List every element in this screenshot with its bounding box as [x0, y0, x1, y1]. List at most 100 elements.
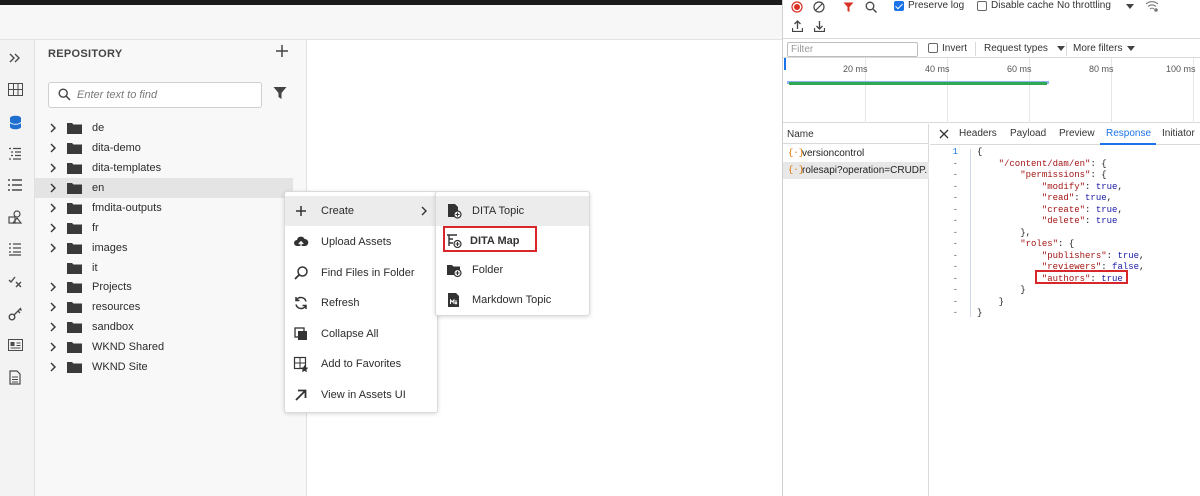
export-har-icon[interactable] [812, 19, 826, 33]
tree-item-wknd-site[interactable]: WKND Site [35, 357, 293, 377]
search-box[interactable] [48, 82, 262, 108]
tree-item-label: resources [92, 301, 141, 313]
menu-item-find-files[interactable]: Find Files in Folder [285, 258, 437, 288]
chevron-right-icon[interactable] [50, 362, 56, 372]
add-icon[interactable] [275, 44, 291, 60]
code-line: "read": true, [1041, 193, 1113, 203]
submenu-item-label: DITA Topic [472, 205, 525, 217]
tree-item-en[interactable]: en [35, 178, 293, 198]
tree-item-label: it [92, 262, 98, 274]
code-line: "create": true, [1041, 204, 1123, 215]
clear-icon[interactable] [812, 0, 826, 14]
tick-label: 20 ms [843, 64, 868, 74]
submenu-item-markdown-topic[interactable]: Markdown Topic [436, 285, 589, 315]
chevron-down-icon[interactable] [1123, 0, 1137, 14]
request-types-dropdown[interactable]: Request types [984, 43, 1048, 54]
folder-icon [67, 123, 82, 134]
document-icon[interactable] [5, 367, 25, 387]
tree-item-label: images [92, 242, 128, 254]
filter-funnel-icon[interactable] [841, 0, 855, 14]
tab-headers[interactable]: Headers [959, 128, 997, 139]
outline-icon[interactable] [5, 143, 25, 163]
tree-item-resources[interactable]: resources [35, 297, 293, 317]
code-line: "delete": true [1041, 216, 1118, 226]
tab-initiator[interactable]: Initiator [1162, 128, 1195, 139]
chevron-right-icon[interactable] [50, 143, 56, 153]
highlight-box [1035, 270, 1128, 284]
panel-title: REPOSITORY [48, 48, 123, 60]
menu-item-label: Add to Favorites [321, 358, 402, 370]
line-number: - [952, 262, 958, 272]
menu-item-refresh[interactable]: Refresh [285, 288, 437, 318]
invert-checkbox[interactable] [928, 43, 938, 53]
tree-item-wknd-shared[interactable]: WKND Shared [35, 337, 293, 357]
tab-payload[interactable]: Payload [1010, 128, 1046, 139]
close-icon[interactable] [937, 127, 951, 141]
chevron-right-icon[interactable] [50, 282, 56, 292]
expand-icon[interactable] [5, 48, 25, 68]
tree-item-sandbox[interactable]: sandbox [35, 317, 293, 337]
throttling-select[interactable]: No throttling [1057, 0, 1111, 11]
tree-item-fmdita-outputs[interactable]: fmdita-outputs [35, 198, 293, 218]
detail-tabs: Headers Payload Preview Response Initiat… [930, 124, 1200, 145]
filter-icon[interactable] [273, 86, 289, 102]
submenu-item-dita-topic[interactable]: DITA Topic [436, 196, 589, 226]
chevron-right-icon[interactable] [50, 302, 56, 312]
chevron-right-icon[interactable] [50, 243, 56, 253]
key-icon[interactable] [5, 303, 25, 323]
tree-item-it[interactable]: it [35, 258, 293, 278]
line-number: - [952, 273, 958, 284]
menu-item-add-favorites[interactable]: Add to Favorites [285, 349, 437, 379]
chevron-right-icon[interactable] [50, 163, 56, 173]
search-icon [58, 88, 71, 101]
id-card-icon[interactable] [5, 335, 25, 355]
tree-item-dita-templates[interactable]: dita-templates [35, 158, 293, 178]
more-filters-dropdown[interactable]: More filters [1073, 43, 1122, 54]
wifi-settings-icon[interactable] [1145, 0, 1159, 13]
import-har-icon[interactable] [790, 19, 804, 33]
record-icon[interactable] [790, 0, 804, 14]
chevron-right-icon[interactable] [50, 223, 56, 233]
chevron-right-icon[interactable] [50, 342, 56, 352]
disable-cache-checkbox[interactable] [977, 1, 987, 11]
chevron-right-icon[interactable] [50, 183, 56, 193]
folder-icon [67, 223, 82, 234]
create-submenu: DITA Topic DITA Map Folder Markdown Topi… [435, 191, 590, 316]
search-icon [294, 266, 308, 280]
tab-preview[interactable]: Preview [1059, 128, 1095, 139]
tab-response[interactable]: Response [1106, 128, 1151, 139]
network-filter-input[interactable] [787, 42, 918, 57]
tree-item-de[interactable]: de [35, 118, 293, 138]
tree-item-label: fr [92, 222, 99, 234]
chevron-right-icon[interactable] [50, 123, 56, 133]
chevron-right-icon[interactable] [50, 203, 56, 213]
list-icon[interactable] [5, 175, 25, 195]
shapes-icon[interactable] [5, 207, 25, 227]
submenu-item-folder[interactable]: Folder [436, 255, 589, 285]
tree-item-dita-demo[interactable]: dita-demo [35, 138, 293, 158]
chevron-right-icon[interactable] [50, 322, 56, 332]
search-icon[interactable] [864, 0, 878, 14]
code-line: "permissions": { [1020, 170, 1107, 180]
menu-item-view-assets-ui[interactable]: View in Assets UI [285, 380, 437, 410]
menu-item-create[interactable]: Create [285, 196, 437, 226]
checklist-icon[interactable] [5, 239, 25, 259]
tree-item-images[interactable]: images [35, 238, 293, 258]
line-number: - [952, 227, 958, 238]
menu-item-upload-assets[interactable]: Upload Assets [285, 227, 437, 257]
name-column-header: Name [787, 129, 814, 140]
chevron-down-icon[interactable] [1124, 42, 1138, 56]
grid-icon[interactable] [5, 79, 25, 99]
tree-item-label: de [92, 122, 105, 134]
request-row[interactable]: {·} rolesapi?operation=CRUDP... [783, 162, 929, 179]
tree-item-fr[interactable]: fr [35, 218, 293, 238]
tree-item-projects[interactable]: Projects [35, 277, 293, 297]
database-icon[interactable] [5, 112, 25, 132]
search-input[interactable] [77, 87, 257, 103]
request-row[interactable]: {·} versioncontrol [783, 145, 929, 162]
menu-item-collapse-all[interactable]: Collapse All [285, 319, 437, 349]
app-header [0, 5, 782, 40]
chevron-right-icon [421, 206, 427, 216]
review-icon[interactable] [5, 271, 25, 291]
preserve-log-checkbox[interactable] [894, 1, 904, 11]
